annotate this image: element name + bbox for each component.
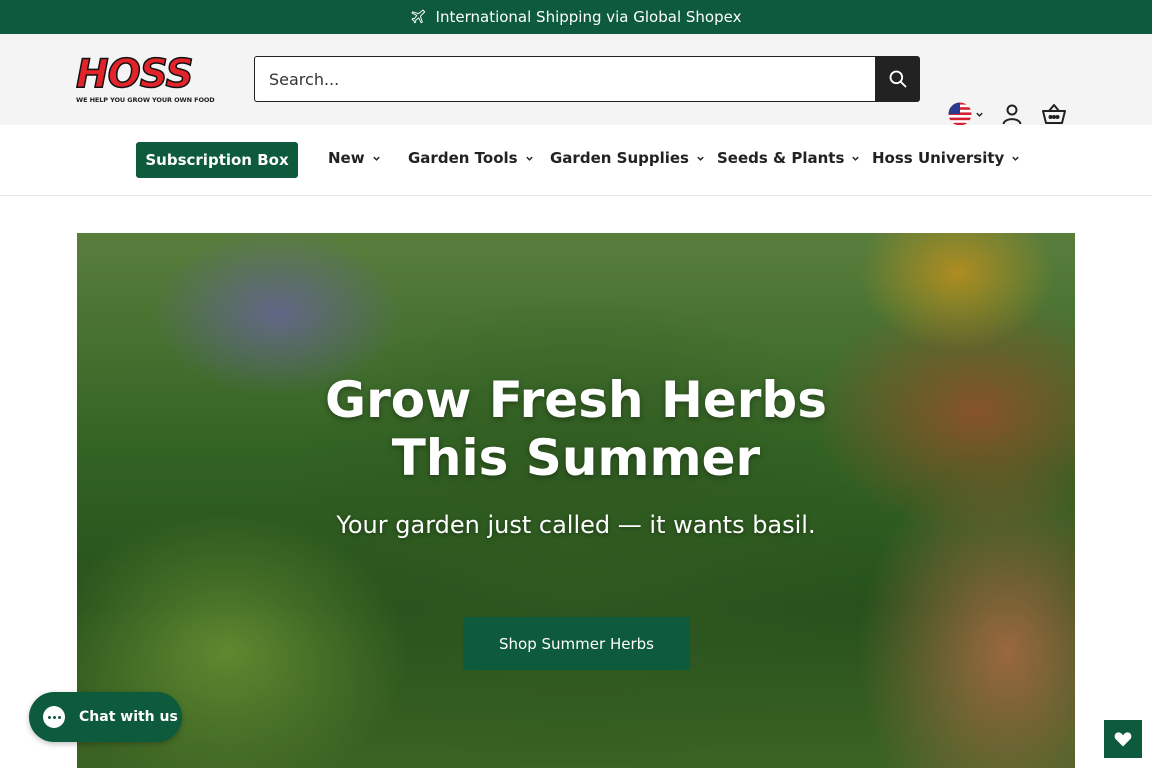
site-header: HOSS WE HELP YOU GROW YOUR OWN FOOD — [0, 34, 1152, 127]
nav-item-label: Garden Supplies — [550, 149, 689, 167]
search-input[interactable] — [254, 56, 875, 102]
nav-item-garden-tools[interactable]: Garden Tools — [408, 149, 534, 167]
chevron-down-icon — [697, 156, 704, 161]
hero-banner: Grow Fresh Herbs This Summer Your garden… — [77, 233, 1075, 768]
nav-item-label: Seeds & Plants — [717, 149, 845, 167]
nav-item-garden-supplies[interactable]: Garden Supplies — [550, 149, 705, 167]
search-bar — [254, 56, 920, 102]
nav-item-new[interactable]: New — [328, 149, 381, 167]
country-selector[interactable] — [948, 101, 988, 127]
cart-icon[interactable] — [1041, 102, 1067, 126]
announcement-bar: International Shipping via Global Shopex — [0, 0, 1152, 34]
search-button[interactable] — [875, 56, 920, 102]
heart-icon — [1114, 732, 1132, 747]
nav-item-label: New — [328, 149, 365, 167]
chat-label: Chat with us — [79, 709, 178, 725]
subscription-box-button[interactable]: Subscription Box — [136, 142, 298, 178]
hero-title: Grow Fresh Herbs This Summer — [325, 371, 827, 487]
chat-widget-button[interactable]: Chat with us — [29, 692, 182, 742]
chat-bubble-icon — [43, 706, 65, 728]
nav-item-seeds-plants[interactable]: Seeds & Plants — [717, 149, 860, 167]
chevron-down-icon — [1012, 156, 1020, 161]
search-icon — [889, 70, 906, 88]
nav-item-hoss-university[interactable]: Hoss University — [872, 149, 1020, 167]
nav-item-label: Garden Tools — [408, 149, 518, 167]
account-icon[interactable] — [1000, 102, 1024, 126]
logo-wordmark: HOSS — [75, 52, 194, 97]
us-flag-icon — [948, 102, 972, 126]
hero-subtitle: Your garden just called — it wants basil… — [336, 511, 816, 539]
wishlist-button[interactable] — [1104, 720, 1142, 758]
announcement-text[interactable]: International Shipping via Global Shopex — [436, 8, 742, 26]
shop-summer-herbs-button[interactable]: Shop Summer Herbs — [463, 617, 690, 670]
logo-tagline: WE HELP YOU GROW YOUR OWN FOOD — [76, 96, 215, 104]
chevron-down-icon — [525, 156, 533, 161]
main-navigation: Subscription Box New Garden Tools Garden… — [0, 125, 1152, 196]
nav-item-label: Hoss University — [872, 149, 1005, 167]
hoss-logo[interactable]: HOSS WE HELP YOU GROW YOUR OWN FOOD — [75, 52, 222, 105]
chevron-down-icon — [976, 112, 983, 117]
chevron-down-icon — [852, 156, 860, 161]
chevron-down-icon — [372, 156, 380, 161]
plane-icon — [411, 9, 425, 23]
